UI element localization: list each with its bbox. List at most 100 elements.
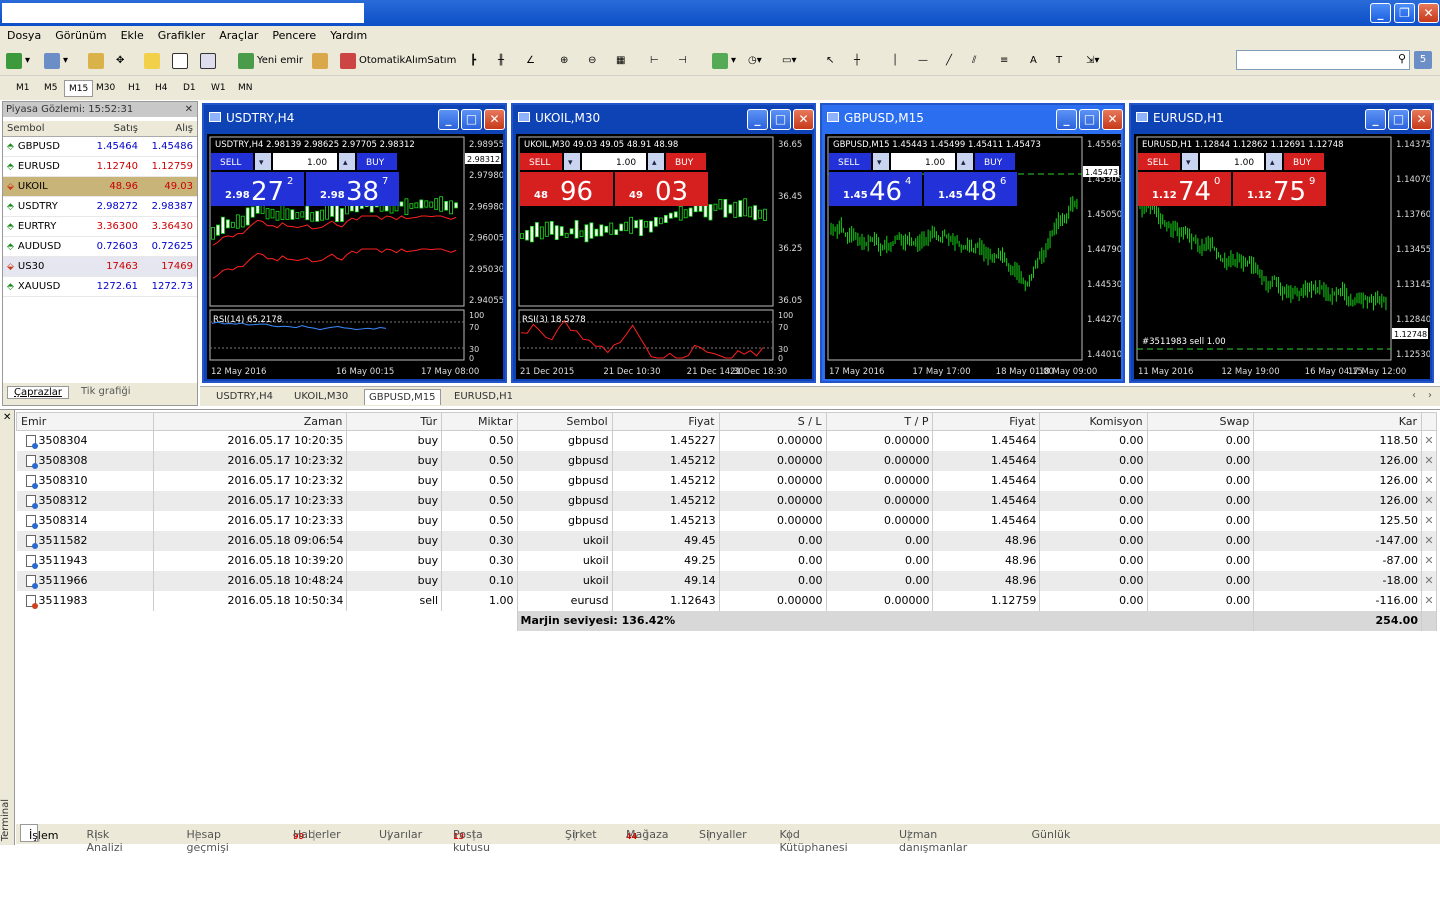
tile-windows-icon[interactable]: ▦ <box>616 50 625 72</box>
market-watch-row[interactable]: ⬘ EURTRY 3.36300 3.36430 <box>3 217 197 237</box>
market-watch-row[interactable]: ⬘ EURUSD 1.12740 1.12759 <box>3 157 197 177</box>
lot-input[interactable] <box>1200 153 1264 170</box>
chart-close-button[interactable]: ✕ <box>484 109 505 130</box>
chart-close-button[interactable]: ✕ <box>793 109 814 130</box>
market-watch-row[interactable]: ⬘ XAUUSD 1272.61 1272.73 <box>3 277 197 297</box>
sell-label[interactable]: SELL <box>220 158 241 168</box>
bid-header[interactable]: Satış <box>83 121 141 136</box>
lot-input[interactable] <box>891 153 955 170</box>
chart-window[interactable]: USDTRY,H4 _ □ ✕ 2.98955 2.97980 2.96980 2.96005… <box>202 103 507 383</box>
timeframe-mn[interactable]: MN <box>234 80 257 97</box>
chart-window[interactable]: EURUSD,H1 _ □ ✕ 1.14375 1.14070 1.13760 1.13455… <box>1129 103 1434 383</box>
trade-row[interactable]: 3511966 2016.05.18 10:48:24 buy 0.10 ukoil 49… <box>16 570 1438 591</box>
column-header-commission[interactable]: Komisyon <box>1039 412 1148 431</box>
zoom-in-icon[interactable]: ⊕ <box>560 50 568 72</box>
buy-label[interactable]: BUY <box>366 158 385 168</box>
bar-chart-icon[interactable]: ┣ <box>470 50 476 72</box>
horizontal-line-icon[interactable]: — <box>918 50 928 72</box>
search-input[interactable]: ⚲ <box>1236 50 1410 70</box>
timeframe-h4[interactable]: H4 <box>151 80 172 97</box>
menu-item-3[interactable]: Grafikler <box>151 26 212 46</box>
minimize-button[interactable]: _ <box>1370 3 1391 23</box>
chart-maximize-button[interactable]: □ <box>1388 109 1409 130</box>
close-terminal-icon[interactable]: ✕ <box>3 412 11 423</box>
market-watch-row[interactable]: ⬘ GBPUSD 1.45464 1.45486 <box>3 137 197 157</box>
zoom-out-icon[interactable]: ⊖ <box>588 50 596 72</box>
auto-trading-button[interactable]: OtomatikAlımSatım <box>340 50 456 72</box>
trade-row[interactable]: 3511582 2016.05.18 09:06:54 buy 0.30 ukoil 49… <box>16 530 1438 551</box>
chevron-down-icon[interactable]: ▾ <box>1186 158 1191 168</box>
column-header-tp[interactable]: T / P <box>825 412 934 431</box>
chart-tab-eurusd[interactable]: EURUSD,H1 <box>450 389 517 405</box>
timeframe-d1[interactable]: D1 <box>179 80 200 97</box>
column-header-swap[interactable]: Swap <box>1146 412 1255 431</box>
arrows-icon[interactable]: ⇲▾ <box>1086 50 1099 72</box>
market-watch-row[interactable]: ⬘ USDTRY 2.98272 2.98387 <box>3 197 197 217</box>
menu-item-5[interactable]: Pencere <box>265 26 323 46</box>
symbol-header[interactable]: Sembol <box>3 121 83 136</box>
trade-row[interactable]: 3511983 2016.05.18 10:50:34 sell 1.00 eurusd… <box>16 590 1438 611</box>
column-header-profit[interactable]: Kar <box>1253 412 1422 431</box>
text-label-icon[interactable]: T <box>1056 50 1062 72</box>
chart-minimize-button[interactable]: _ <box>438 109 459 130</box>
trade-row[interactable]: 3508310 2016.05.17 10:23:32 buy 0.50 gbpusd 1… <box>16 470 1438 491</box>
sell-label[interactable]: SELL <box>529 158 550 168</box>
close-order-icon[interactable]: ✕ <box>1421 570 1438 591</box>
column-header-ticket[interactable]: Emir <box>16 412 154 431</box>
timeframe-m15[interactable]: M15 <box>64 80 94 97</box>
trendline-icon[interactable]: ╱ <box>946 50 952 72</box>
price-chart[interactable]: 1.455651.453051.450501.447901.445301.442… <box>825 134 1121 379</box>
close-order-icon[interactable]: ✕ <box>1421 510 1438 531</box>
chart-tab-usdtry[interactable]: USDTRY,H4 <box>212 389 277 405</box>
ask-header[interactable]: Alış <box>141 121 197 136</box>
profiles-button[interactable]: ▾ <box>44 50 68 72</box>
market-watch-row[interactable]: ⬙ UKOIL 48.96 49.03 <box>3 177 197 197</box>
timeframe-m30[interactable]: M30 <box>92 80 119 97</box>
column-header-volume[interactable]: Miktar <box>441 412 518 431</box>
navigator-icon[interactable] <box>144 50 160 72</box>
menu-item-6[interactable]: Yardım <box>323 26 374 46</box>
new-chart-button[interactable]: ▾ <box>6 50 30 72</box>
terminal-tab-7[interactable]: Mağaza 44 | <box>626 826 668 841</box>
tester-icon[interactable] <box>200 50 216 72</box>
close-order-icon[interactable]: ✕ <box>1421 470 1438 491</box>
trade-row[interactable]: 3511943 2016.05.18 10:39:20 buy 0.30 ukoil 49… <box>16 550 1438 571</box>
crosshair-icon[interactable]: ✥ <box>116 50 124 72</box>
vertical-line-icon[interactable]: │ <box>892 50 898 72</box>
new-order-button[interactable]: Yeni emir <box>238 50 303 72</box>
chart-tab-ukoil[interactable]: UKOIL,M30 <box>290 389 352 405</box>
tab-tick-chart[interactable]: Tik grafiği <box>81 386 131 397</box>
scroll-right-icon[interactable]: › <box>1428 390 1432 401</box>
chevron-up-icon[interactable]: ▴ <box>343 158 348 168</box>
buy-label[interactable]: BUY <box>1293 158 1312 168</box>
chart-tab-gbpusd[interactable]: GBPUSD,M15 <box>364 389 441 405</box>
text-icon[interactable]: A <box>1030 50 1037 72</box>
menu-item-1[interactable]: Görünüm <box>48 26 113 46</box>
candle-chart-icon[interactable]: ╫ <box>498 50 504 72</box>
cursor-icon[interactable]: ↖ <box>826 50 834 72</box>
trade-row[interactable]: 3508304 2016.05.17 10:20:35 buy 0.50 gbpusd 1… <box>16 430 1438 451</box>
chart-minimize-button[interactable]: _ <box>747 109 768 130</box>
buy-label[interactable]: BUY <box>984 158 1003 168</box>
close-button[interactable]: ✕ <box>1418 3 1439 23</box>
close-order-icon[interactable]: ✕ <box>1421 550 1438 571</box>
trade-row[interactable]: 3508314 2016.05.17 10:23:33 buy 0.50 gbpusd 1… <box>16 510 1438 531</box>
terminal-tab-5[interactable]: Posta kutusu 13 | <box>453 826 490 854</box>
chart-minimize-button[interactable]: _ <box>1056 109 1077 130</box>
chevron-down-icon[interactable]: ▾ <box>877 158 882 168</box>
crosshair-tool-icon[interactable]: ┼ <box>854 50 860 72</box>
sell-label[interactable]: SELL <box>838 158 859 168</box>
periods-button[interactable]: ◷▾ <box>748 50 762 72</box>
column-header-price[interactable]: Fiyat <box>932 412 1041 431</box>
timeframe-m1[interactable]: M1 <box>12 80 34 97</box>
trade-row[interactable]: 3508312 2016.05.17 10:23:33 buy 0.50 gbpusd 1… <box>16 490 1438 511</box>
chart-window[interactable]: UKOIL,M30 _ □ ✕ 36.65 36.45 36.25 36.05 UKOIL,M3… <box>511 103 816 383</box>
chart-close-button[interactable]: ✕ <box>1102 109 1123 130</box>
terminal-tab-0[interactable]: İşlem | <box>20 824 59 842</box>
price-chart[interactable]: 36.65 36.45 36.25 36.05 UKOIL,M30 49.03 49.0… <box>516 134 812 379</box>
chart-shift-icon[interactable]: ⊣ <box>678 50 687 72</box>
help-badge[interactable]: 5 <box>1414 51 1432 69</box>
timeframe-h1[interactable]: H1 <box>124 80 145 97</box>
tab-crosses[interactable]: Çaprazlar <box>7 386 69 399</box>
lot-input[interactable] <box>582 153 646 170</box>
